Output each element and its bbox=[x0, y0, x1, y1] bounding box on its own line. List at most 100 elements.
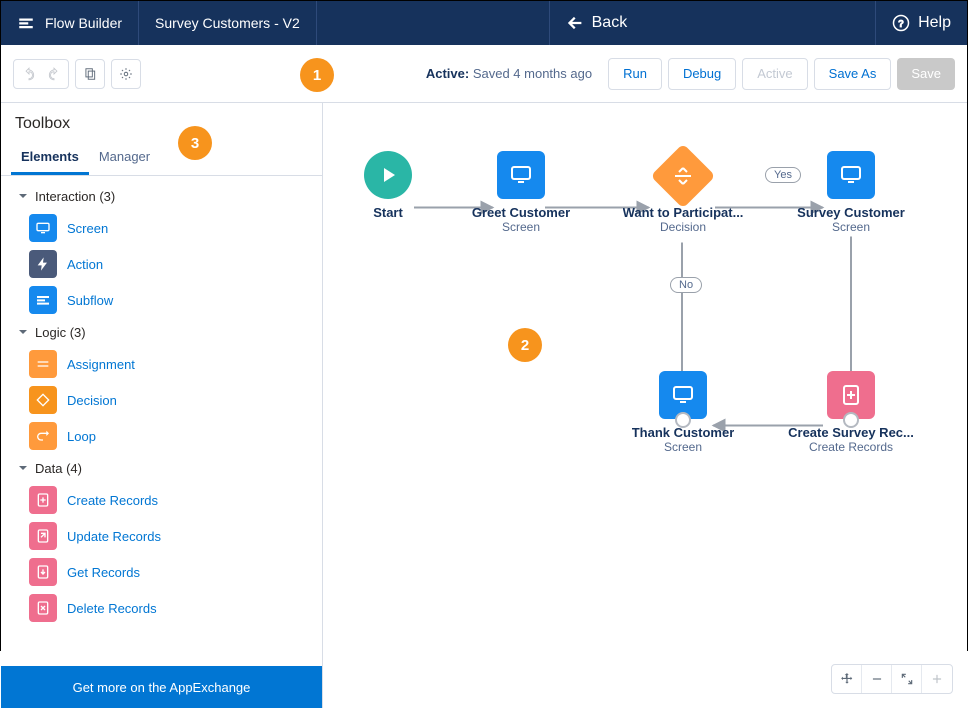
delete-icon bbox=[29, 594, 57, 622]
toolbox-sidebar: Toolbox Elements Manager Interaction (3)… bbox=[1, 103, 323, 708]
node-thank-customer[interactable]: Thank Customer Screen bbox=[613, 371, 753, 454]
app-top-bar: Flow Builder Survey Customers - V2 Back … bbox=[1, 1, 967, 45]
element-delete-records[interactable]: Delete Records bbox=[1, 590, 322, 626]
element-list: Interaction (3) Screen Action Subflow Logic … bbox=[1, 176, 322, 666]
debug-button[interactable]: Debug bbox=[668, 58, 736, 90]
bolt-icon bbox=[29, 250, 57, 278]
question-icon: ? bbox=[892, 14, 910, 32]
decision-icon bbox=[650, 143, 715, 208]
category-header[interactable]: Data (4) bbox=[1, 454, 322, 482]
status-label: Active: bbox=[426, 66, 469, 81]
arrow-left-icon bbox=[566, 14, 584, 32]
element-subflow[interactable]: Subflow bbox=[1, 282, 322, 318]
redo-icon bbox=[47, 67, 61, 81]
redo-button[interactable] bbox=[43, 67, 64, 81]
edge-label-no[interactable]: No bbox=[670, 277, 702, 293]
fit-button[interactable] bbox=[892, 665, 922, 693]
element-label: Subflow bbox=[67, 293, 113, 308]
flow-name-section[interactable]: Survey Customers - V2 bbox=[139, 1, 317, 45]
edge-label-yes[interactable]: Yes bbox=[765, 167, 801, 183]
element-label: Update Records bbox=[67, 529, 161, 544]
chevron-down-icon bbox=[15, 324, 31, 340]
fault-connector-icon[interactable] bbox=[675, 412, 691, 428]
toolbox-title: Toolbox bbox=[1, 103, 322, 139]
category-label: Logic (3) bbox=[35, 325, 86, 340]
loop-icon bbox=[29, 422, 57, 450]
element-label: Decision bbox=[67, 393, 117, 408]
element-loop[interactable]: Loop bbox=[1, 418, 322, 454]
back-button[interactable]: Back bbox=[549, 1, 644, 45]
app-title-section: Flow Builder bbox=[1, 1, 139, 45]
node-survey-title: Survey Customer bbox=[797, 205, 905, 220]
node-start-title: Start bbox=[373, 205, 403, 220]
category-label: Data (4) bbox=[35, 461, 82, 476]
copy-button[interactable] bbox=[75, 59, 105, 89]
toolbox-tabs: Elements Manager bbox=[1, 139, 322, 176]
back-label: Back bbox=[592, 14, 628, 32]
category-header[interactable]: Interaction (3) bbox=[1, 182, 322, 210]
element-label: Delete Records bbox=[67, 601, 157, 616]
screen-icon bbox=[827, 151, 875, 199]
subflow-icon bbox=[29, 286, 57, 314]
node-create-survey-record[interactable]: Create Survey Rec... Create Records bbox=[781, 371, 921, 454]
zoom-out-button[interactable] bbox=[862, 665, 892, 693]
callout-2: 2 bbox=[508, 328, 542, 362]
element-decision[interactable]: Decision bbox=[1, 382, 322, 418]
node-want-sub: Decision bbox=[660, 220, 706, 234]
undo-button[interactable] bbox=[18, 67, 39, 81]
element-label: Loop bbox=[67, 429, 96, 444]
fault-connector-icon[interactable] bbox=[843, 412, 859, 428]
flow-name: Survey Customers - V2 bbox=[155, 15, 300, 31]
canvas-controls bbox=[831, 664, 953, 694]
create-records-icon bbox=[827, 371, 875, 419]
element-action[interactable]: Action bbox=[1, 246, 322, 282]
element-label: Action bbox=[67, 257, 103, 272]
element-label: Screen bbox=[67, 221, 108, 236]
flow-status: Active: Saved 4 months ago bbox=[426, 66, 592, 81]
play-icon bbox=[364, 151, 412, 199]
minus-icon bbox=[870, 672, 884, 686]
element-update-records[interactable]: Update Records bbox=[1, 518, 322, 554]
element-get-records[interactable]: Get Records bbox=[1, 554, 322, 590]
zoom-in-button[interactable] bbox=[922, 665, 952, 693]
tab-manager[interactable]: Manager bbox=[89, 139, 160, 175]
move-icon bbox=[840, 672, 854, 686]
undo-icon bbox=[22, 67, 36, 81]
appexchange-button[interactable]: Get more on the AppExchange bbox=[1, 666, 322, 708]
help-label: Help bbox=[918, 14, 951, 32]
node-survey-customer[interactable]: Survey Customer Screen bbox=[781, 151, 921, 234]
node-want-participate[interactable]: Want to Participat... Decision bbox=[613, 153, 753, 234]
element-screen[interactable]: Screen bbox=[1, 210, 322, 246]
element-assignment[interactable]: Assignment bbox=[1, 346, 322, 382]
element-label: Create Records bbox=[67, 493, 158, 508]
node-greet-sub: Screen bbox=[502, 220, 540, 234]
element-create-records[interactable]: Create Records bbox=[1, 482, 322, 518]
settings-button[interactable] bbox=[111, 59, 141, 89]
tab-elements[interactable]: Elements bbox=[11, 139, 89, 175]
help-button[interactable]: ? Help bbox=[875, 1, 967, 45]
copy-icon bbox=[83, 67, 97, 81]
create-icon bbox=[29, 486, 57, 514]
save-as-button[interactable]: Save As bbox=[814, 58, 892, 90]
node-greet-title: Greet Customer bbox=[472, 205, 570, 220]
node-start[interactable]: Start bbox=[323, 151, 458, 220]
plus-icon bbox=[930, 672, 944, 686]
gear-icon bbox=[119, 67, 133, 81]
callout-1: 1 bbox=[300, 58, 334, 92]
element-label: Get Records bbox=[67, 565, 140, 580]
svg-text:?: ? bbox=[898, 19, 904, 30]
screen-icon bbox=[659, 371, 707, 419]
pan-button[interactable] bbox=[832, 665, 862, 693]
run-button[interactable]: Run bbox=[608, 58, 662, 90]
category-label: Interaction (3) bbox=[35, 189, 115, 204]
node-thank-sub: Screen bbox=[664, 440, 702, 454]
app-title: Flow Builder bbox=[45, 15, 122, 31]
chevron-down-icon bbox=[15, 460, 31, 476]
decision-icon bbox=[29, 386, 57, 414]
save-button: Save bbox=[897, 58, 955, 90]
category-header[interactable]: Logic (3) bbox=[1, 318, 322, 346]
update-icon bbox=[29, 522, 57, 550]
flow-canvas[interactable]: Yes No Start Greet Customer Screen Want … bbox=[323, 103, 967, 708]
node-greet-customer[interactable]: Greet Customer Screen bbox=[451, 151, 591, 234]
node-create-sub: Create Records bbox=[809, 440, 893, 454]
